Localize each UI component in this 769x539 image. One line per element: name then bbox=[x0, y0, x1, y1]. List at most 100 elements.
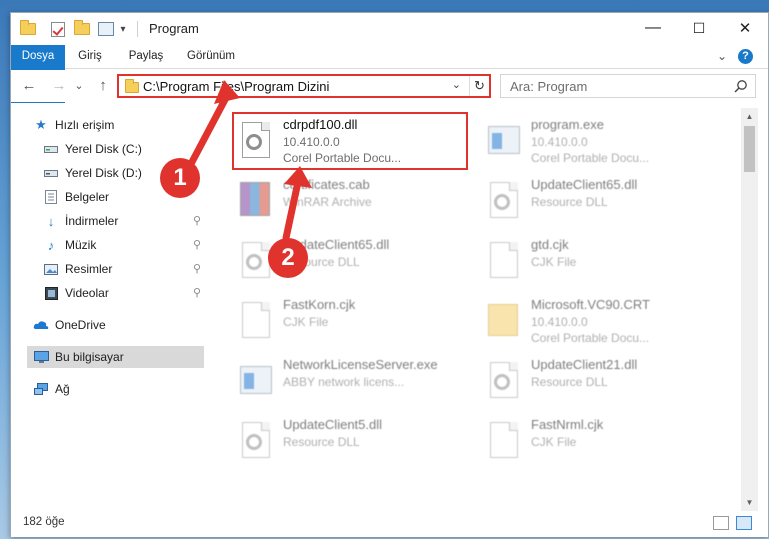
properties-check-icon[interactable] bbox=[49, 21, 67, 37]
file-name: gtd.cjk bbox=[531, 237, 569, 252]
navigation-bar: ← → ⌄ ↑ C:\Program Files\Program Dizini … bbox=[11, 70, 768, 102]
new-folder-icon[interactable] bbox=[73, 20, 91, 37]
sidebar-item-quick-access[interactable]: ★ Hızlı erişim bbox=[33, 114, 226, 136]
close-button[interactable]: ✕ bbox=[722, 13, 768, 43]
highlight-box bbox=[232, 112, 468, 170]
dll-gear-icon bbox=[484, 360, 524, 406]
file-item-fastkorn[interactable]: FastKorn.cjk CJK File bbox=[230, 292, 470, 350]
file-list: cdrpdf100.dll 10.410.0.0 Corel Portable … bbox=[208, 108, 740, 508]
expand-ribbon-icon[interactable]: ⌄ bbox=[717, 49, 727, 63]
help-icon[interactable]: ? bbox=[738, 49, 753, 64]
title-bar: ▾ Program — ☐ ✕ bbox=[11, 13, 768, 45]
search-placeholder: Ara: Program bbox=[510, 79, 588, 94]
search-input[interactable]: Ara: Program bbox=[500, 74, 756, 98]
download-icon: ↓ bbox=[47, 213, 55, 229]
folder-icon bbox=[484, 300, 524, 346]
ribbon-tabs: Dosya Giriş Paylaş Görünüm ⌄ ? bbox=[11, 45, 768, 103]
details-view-icon[interactable] bbox=[713, 516, 729, 530]
file-description: Corel Portable Docu... bbox=[531, 331, 650, 345]
address-folder-icon bbox=[125, 79, 139, 93]
sidebar-item-label: Videolar bbox=[65, 286, 109, 300]
file-item-microsoft-vc90[interactable]: Microsoft.VC90.CRT 10.410.0.0 Corel Port… bbox=[478, 292, 718, 350]
back-button[interactable]: ← bbox=[19, 76, 39, 96]
file-item-updateclient5[interactable]: UpdateClient5.dll Resource DLL bbox=[230, 412, 470, 470]
maximize-button[interactable]: ☐ bbox=[676, 13, 722, 43]
sidebar-item-label: Belgeler bbox=[65, 190, 110, 204]
file-item-gtd[interactable]: gtd.cjk CJK File bbox=[478, 232, 718, 290]
file-item-program-exe[interactable]: program.exe 10.410.0.0 Corel Portable Do… bbox=[478, 112, 718, 170]
address-bar[interactable]: C:\Program Files\Program Dizini ⌄ ↻ bbox=[117, 74, 491, 98]
file-type: CJK File bbox=[531, 435, 577, 449]
exe-icon bbox=[484, 120, 524, 166]
scroll-up-icon[interactable]: ▲ bbox=[741, 108, 758, 125]
sidebar-item-label: OneDrive bbox=[55, 318, 106, 332]
file-name: FastNrml.cjk bbox=[531, 417, 604, 432]
title-separator bbox=[137, 21, 138, 37]
music-icon: ♪ bbox=[47, 237, 55, 253]
file-item-updateclient21[interactable]: UpdateClient21.dll Resource DLL bbox=[478, 352, 718, 410]
exe-icon bbox=[236, 360, 276, 406]
sidebar-item-this-pc[interactable]: Bu bilgisayar bbox=[27, 346, 204, 368]
network-icon bbox=[33, 381, 49, 397]
properties-icon[interactable] bbox=[97, 21, 115, 37]
sidebar-item-label: Resimler bbox=[65, 262, 113, 276]
file-item-fastnrml[interactable]: FastNrml.cjk CJK File bbox=[478, 412, 718, 470]
file-item-networklicenseserver[interactable]: NetworkLicenseServer.exe ABBY network li… bbox=[230, 352, 470, 410]
sidebar-item-music[interactable]: ♪ Müzik ⚲ bbox=[43, 234, 204, 256]
file-name: UpdateClient21.dll bbox=[531, 357, 638, 372]
tiles-view-icon[interactable] bbox=[736, 516, 752, 530]
file-item-updateclient65-b[interactable]: UpdateClient65.dll Resource DLL bbox=[230, 232, 470, 290]
file-name: UpdateClient65.dll bbox=[531, 177, 638, 192]
file-type: WinRAR Archive bbox=[283, 195, 372, 209]
scroll-thumb[interactable] bbox=[744, 126, 755, 172]
customize-toolbar-chevron-icon[interactable]: ▾ bbox=[117, 21, 129, 37]
pin-icon[interactable]: ⚲ bbox=[193, 286, 201, 299]
sidebar-item-label: Yerel Disk (C:) bbox=[65, 142, 142, 156]
file-type: Resource DLL bbox=[283, 435, 360, 449]
file-version: 10.410.0.0 bbox=[531, 315, 588, 329]
up-button[interactable]: ↑ bbox=[93, 76, 113, 96]
tab-giris[interactable]: Giriş bbox=[69, 45, 111, 68]
status-bar: 182 öğe bbox=[11, 511, 768, 537]
file-type: CJK File bbox=[283, 315, 329, 329]
forward-button[interactable]: → bbox=[49, 76, 69, 96]
sidebar-item-network[interactable]: Ağ bbox=[33, 378, 226, 400]
sidebar-item-label: İndirmeler bbox=[65, 214, 119, 228]
pin-icon[interactable]: ⚲ bbox=[193, 262, 201, 275]
sidebar-item-pictures[interactable]: Resimler ⚲ bbox=[43, 258, 204, 280]
file-description: Corel Portable Docu... bbox=[531, 151, 650, 165]
pictures-icon bbox=[43, 261, 59, 277]
explorer-window: ▾ Program — ☐ ✕ Dosya Giriş Paylaş Görün… bbox=[10, 12, 769, 537]
file-type: ABBY network licens... bbox=[283, 375, 405, 389]
file-item-updateclient65-a[interactable]: UpdateClient65.dll Resource DLL bbox=[478, 172, 718, 230]
minimize-button[interactable]: — bbox=[630, 13, 676, 43]
sidebar-item-downloads[interactable]: ↓ İndirmeler ⚲ bbox=[43, 210, 204, 232]
vertical-scrollbar[interactable]: ▲ ▼ bbox=[741, 108, 758, 511]
address-dropdown-icon[interactable]: ⌄ bbox=[452, 78, 461, 91]
window-title: Program bbox=[149, 21, 199, 36]
pin-icon[interactable]: ⚲ bbox=[193, 238, 201, 251]
tab-gorunum[interactable]: Görünüm bbox=[179, 45, 243, 68]
cloud-icon bbox=[33, 317, 49, 333]
file-version: 10.410.0.0 bbox=[531, 135, 588, 149]
file-name: FastKorn.cjk bbox=[283, 297, 356, 312]
search-icon[interactable] bbox=[734, 79, 748, 93]
sidebar-item-label: Müzik bbox=[65, 238, 97, 252]
sidebar-item-label: Yerel Disk (D:) bbox=[65, 166, 142, 180]
refresh-icon[interactable]: ↻ bbox=[469, 76, 489, 96]
file-name: UpdateClient5.dll bbox=[283, 417, 383, 432]
file-item-certificates[interactable]: certificates.cab WinRAR Archive bbox=[230, 172, 470, 230]
pin-icon[interactable]: ⚲ bbox=[193, 214, 201, 227]
scroll-down-icon[interactable]: ▼ bbox=[741, 494, 758, 511]
step-1-badge: 1 bbox=[160, 158, 200, 198]
sidebar-item-videos[interactable]: Videolar ⚲ bbox=[43, 282, 204, 304]
star-icon: ★ bbox=[35, 117, 47, 132]
blank-file-icon bbox=[484, 420, 524, 466]
file-name: certificates.cab bbox=[283, 177, 370, 192]
address-path[interactable]: C:\Program Files\Program Dizini bbox=[143, 79, 329, 94]
file-type: Resource DLL bbox=[531, 375, 608, 389]
tab-paylas[interactable]: Paylaş bbox=[121, 45, 171, 68]
folder-icon[interactable] bbox=[19, 20, 37, 37]
sidebar-item-onedrive[interactable]: OneDrive bbox=[33, 314, 226, 336]
recent-locations-chevron-icon[interactable]: ⌄ bbox=[69, 76, 89, 96]
